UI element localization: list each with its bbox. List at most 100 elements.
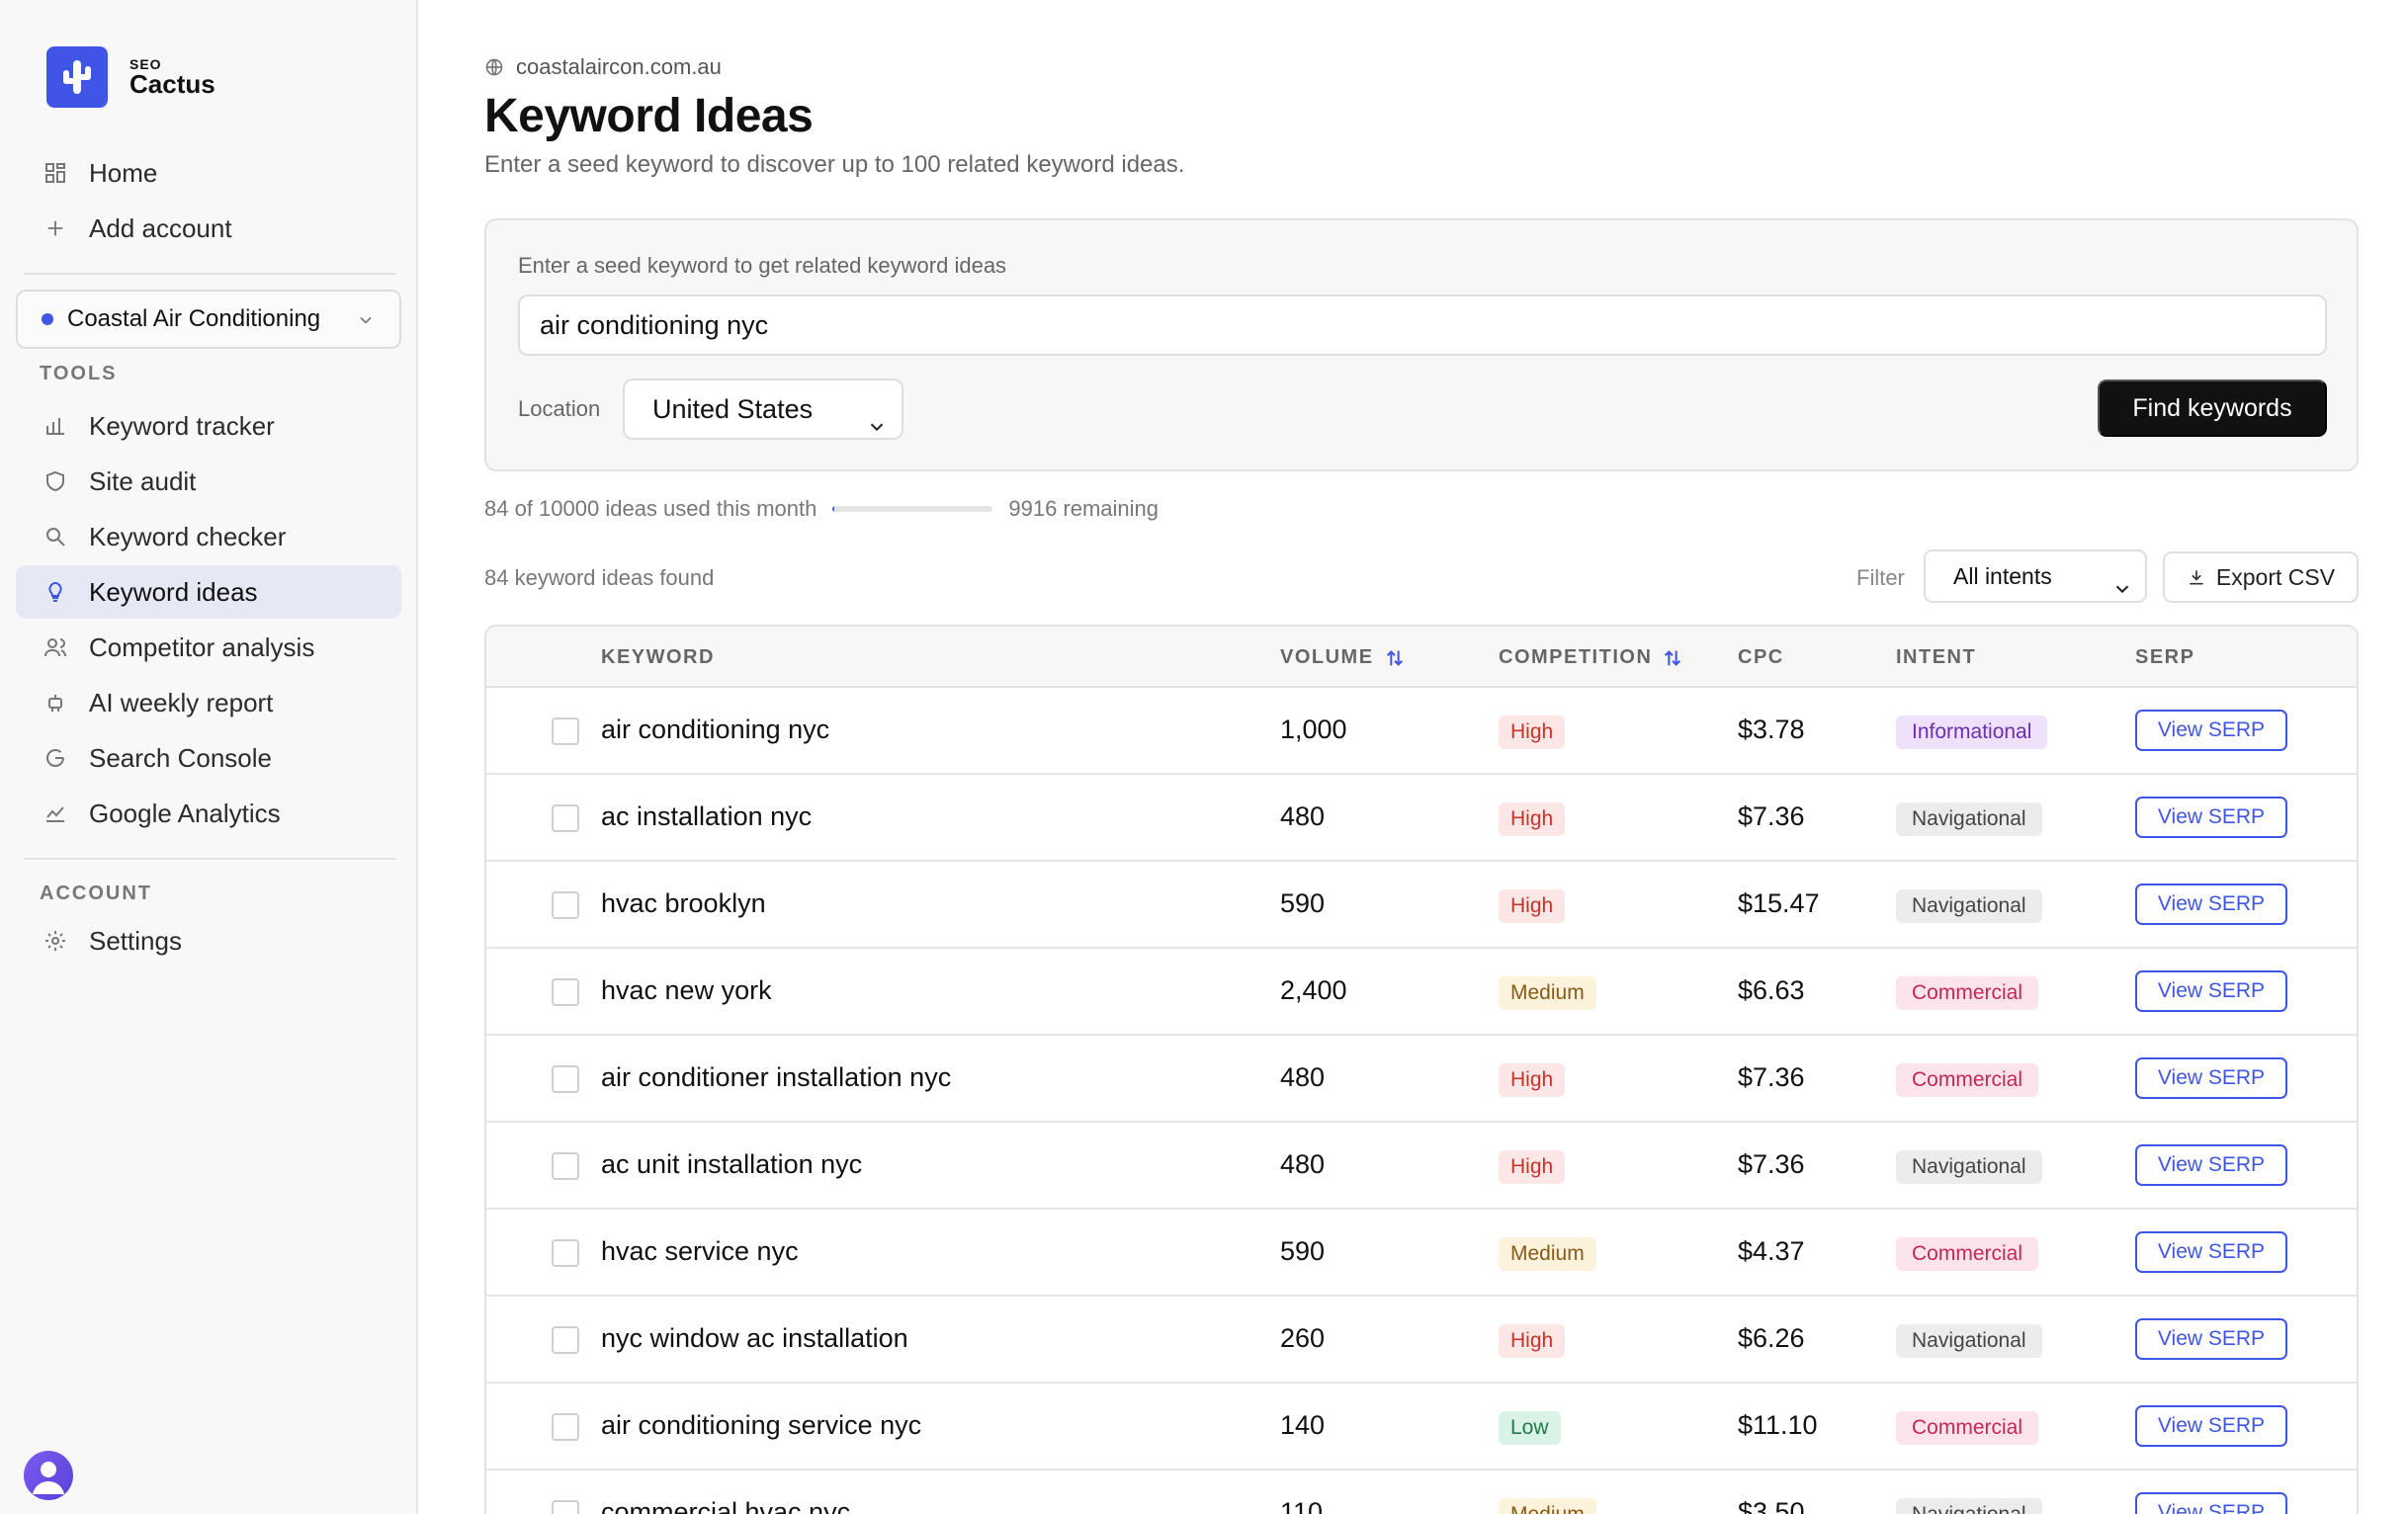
view-serp-button[interactable]: View SERP — [2135, 1405, 2287, 1447]
row-checkbox[interactable] — [552, 1239, 579, 1267]
column-header-label: INTENT — [1896, 646, 1977, 668]
volume-cell: 480 — [1280, 1149, 1326, 1179]
volume-cell: 480 — [1280, 1062, 1326, 1092]
column-header-label: KEYWORD — [601, 646, 715, 668]
competition-badge: Medium — [1499, 1237, 1596, 1271]
export-csv-button[interactable]: Export CSV — [2163, 551, 2359, 603]
column-header-volume[interactable]: VOLUME — [1280, 646, 1406, 669]
column-header-cpc: CPC — [1738, 646, 1784, 669]
table-row: hvac brooklyn 590 High $15.47 Navigational Vi… — [486, 862, 2357, 949]
cpc-cell: $7.36 — [1738, 1062, 1805, 1092]
sidebar-item-google-analytics[interactable]: Google Analytics — [16, 787, 401, 840]
row-checkbox[interactable] — [552, 1413, 579, 1441]
keyword-cell: hvac new york — [601, 975, 772, 1005]
volume-cell: 110 — [1280, 1497, 1324, 1514]
cpc-cell: $7.36 — [1738, 801, 1805, 831]
view-serp-button[interactable]: View SERP — [2135, 710, 2287, 751]
view-serp-button[interactable]: View SERP — [2135, 797, 2287, 838]
competition-badge: Medium — [1499, 976, 1596, 1010]
competition-badge: High — [1499, 1150, 1566, 1184]
view-serp-button[interactable]: View SERP — [2135, 1231, 2287, 1273]
table-row: hvac new york 2,400 Medium $6.63 Commercial V… — [486, 949, 2357, 1036]
usage-progress-bar — [832, 506, 993, 512]
keyword-cell: air conditioner installation nyc — [601, 1062, 952, 1092]
volume-cell: 480 — [1280, 801, 1326, 831]
sidebar-item-label: Competitor analysis — [89, 631, 315, 662]
nav-home[interactable]: Home — [16, 146, 401, 200]
table-row: air conditioning nyc 1,000 High $3.78 Inform… — [486, 688, 2357, 775]
cpc-cell: $4.37 — [1738, 1236, 1805, 1266]
home-grid-icon — [40, 157, 71, 189]
site-domain-text: coastalaircon.com.au — [516, 54, 722, 79]
usage-used-text: 84 of 10000 ideas used this month — [484, 496, 817, 521]
seed-keyword-input[interactable]: air conditioning nyc — [518, 294, 2327, 356]
view-serp-button[interactable]: View SERP — [2135, 970, 2287, 1012]
volume-cell: 1,000 — [1280, 715, 1347, 744]
site-domain: coastalaircon.com.au — [484, 54, 722, 80]
volume-cell: 590 — [1280, 888, 1326, 918]
row-checkbox[interactable] — [552, 1500, 579, 1514]
sidebar-item-ai-weekly-report[interactable]: AI weekly report — [16, 676, 401, 729]
row-checkbox[interactable] — [552, 804, 579, 832]
usage-remaining-text: 9916 remaining — [1008, 496, 1160, 521]
keyword-cell: ac unit installation nyc — [601, 1149, 863, 1179]
sort-icon[interactable] — [1662, 647, 1683, 669]
competition-badge: High — [1499, 1324, 1566, 1358]
row-checkbox[interactable] — [552, 891, 579, 919]
brand-logo[interactable]: SEO Cactus — [46, 46, 215, 108]
chevron-down-icon — [356, 309, 376, 337]
nav-home-label: Home — [89, 157, 158, 188]
chevron-down-icon — [2111, 567, 2133, 617]
sidebar-item-search-console[interactable]: Search Console — [16, 731, 401, 785]
export-csv-label: Export CSV — [2215, 563, 2336, 590]
keyword-cell: hvac brooklyn — [601, 888, 766, 918]
find-keywords-button[interactable]: Find keywords — [2098, 379, 2327, 437]
competition-badge: High — [1499, 802, 1566, 836]
download-icon — [2190, 570, 2203, 585]
sidebar-item-keyword-ideas[interactable]: Keyword ideas — [16, 565, 401, 619]
view-serp-button[interactable]: View SERP — [2135, 1057, 2287, 1099]
row-checkbox[interactable] — [552, 1326, 579, 1354]
intent-filter-value: All intents — [1953, 563, 2052, 589]
cpc-cell: $15.47 — [1738, 888, 1820, 918]
intent-badge: Commercial — [1896, 1063, 2039, 1097]
view-serp-button[interactable]: View SERP — [2135, 883, 2287, 925]
column-header-competition[interactable]: COMPETITION — [1499, 646, 1683, 669]
robot-icon — [40, 687, 71, 718]
sidebar-divider — [24, 858, 395, 860]
sidebar-item-keyword-tracker[interactable]: Keyword tracker — [16, 399, 401, 453]
competition-badge: High — [1499, 715, 1566, 749]
sidebar-item-site-audit[interactable]: Site audit — [16, 455, 401, 508]
sort-icon[interactable] — [1384, 647, 1406, 669]
location-select[interactable]: United States — [623, 378, 903, 440]
account-selector[interactable]: Coastal Air Conditioning — [16, 290, 401, 349]
usage-meter: 84 of 10000 ideas used this month 9916 r… — [484, 496, 1159, 522]
table-row: ac installation nyc 480 High $7.36 Navigatio… — [486, 775, 2357, 862]
view-serp-button[interactable]: View SERP — [2135, 1144, 2287, 1186]
seed-keyword-label: Enter a seed keyword to get related keyw… — [518, 253, 1007, 278]
column-header-label: CPC — [1738, 646, 1784, 668]
results-count: 84 keyword ideas found — [484, 565, 715, 590]
cactus-logo-icon — [46, 46, 108, 108]
account-status-dot — [42, 313, 53, 325]
location-label: Location — [518, 396, 601, 421]
row-checkbox[interactable] — [552, 717, 579, 745]
sidebar-item-settings[interactable]: Settings — [16, 914, 401, 967]
sidebar-item-competitor-analysis[interactable]: Competitor analysis — [16, 621, 401, 674]
row-checkbox[interactable] — [552, 1152, 579, 1180]
user-avatar[interactable] — [24, 1451, 73, 1500]
view-serp-button[interactable]: View SERP — [2135, 1492, 2287, 1514]
volume-cell: 260 — [1280, 1323, 1326, 1353]
row-checkbox[interactable] — [552, 978, 579, 1006]
column-header-label: COMPETITION — [1499, 646, 1653, 668]
intent-filter-select[interactable]: All intents — [1924, 549, 2147, 603]
view-serp-button[interactable]: View SERP — [2135, 1318, 2287, 1360]
intent-badge: Commercial — [1896, 976, 2039, 1010]
sidebar-item-keyword-checker[interactable]: Keyword checker — [16, 510, 401, 563]
intent-badge: Navigational — [1896, 1498, 2042, 1514]
nav-add-account[interactable]: Add account — [16, 202, 401, 255]
sidebar-divider — [24, 273, 395, 275]
cpc-cell: $6.63 — [1738, 975, 1805, 1005]
volume-cell: 140 — [1280, 1410, 1326, 1440]
row-checkbox[interactable] — [552, 1065, 579, 1093]
